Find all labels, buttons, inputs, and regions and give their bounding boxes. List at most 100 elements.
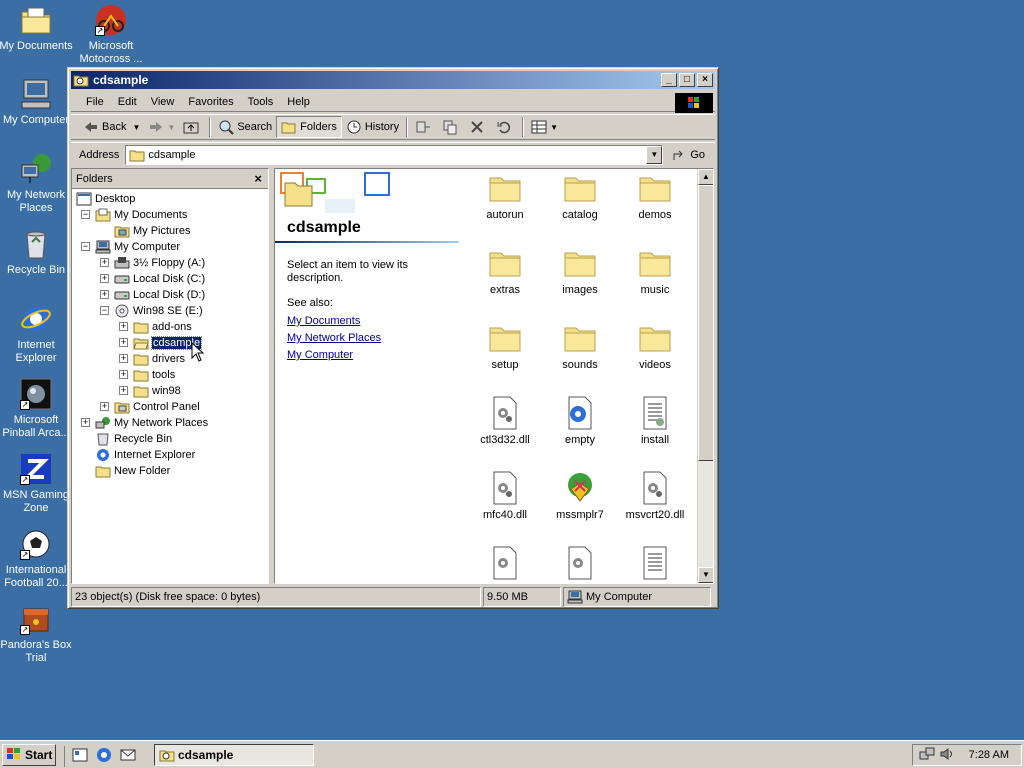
tree-item-control-panel[interactable]: + Control Panel — [100, 399, 200, 415]
desktop-icon-recycle-bin[interactable]: Recycle Bin — [0, 228, 74, 277]
taskbar-button-cdsample[interactable]: cdsample — [154, 744, 314, 766]
expand-toggle[interactable]: + — [100, 402, 109, 411]
tree-item-local-disk-d[interactable]: + Local Disk (D:) — [100, 287, 205, 303]
file-item[interactable]: catalog — [542, 171, 618, 221]
scroll-down-button[interactable]: ▼ — [698, 567, 713, 583]
collapse-toggle[interactable]: − — [81, 210, 90, 219]
file-item[interactable]: install — [617, 396, 693, 446]
file-item[interactable]: demos — [617, 171, 693, 221]
link-my-documents[interactable]: My Documents — [287, 315, 360, 327]
expand-toggle[interactable]: + — [100, 258, 109, 267]
vertical-scrollbar[interactable]: ▲ ▼ — [697, 169, 713, 583]
back-button[interactable]: Back ▼ — [79, 116, 144, 138]
minimize-button[interactable]: _ — [661, 73, 677, 87]
expand-toggle[interactable]: + — [100, 274, 109, 283]
desktop-icon-my-computer[interactable]: My Computer — [0, 78, 74, 127]
close-folders-pane-button[interactable]: × — [254, 171, 262, 186]
tree-item-desktop[interactable]: Desktop — [76, 191, 135, 207]
clock[interactable]: 7:28 AM — [969, 749, 1009, 761]
menu-file[interactable]: File — [79, 96, 111, 108]
file-item[interactable] — [617, 546, 693, 583]
menu-help[interactable]: Help — [280, 96, 317, 108]
expand-toggle[interactable]: + — [119, 354, 128, 363]
menu-edit[interactable]: Edit — [111, 96, 144, 108]
file-item[interactable] — [467, 546, 543, 583]
tree-item-my-network-places[interactable]: + My Network Places — [81, 415, 208, 431]
desktop-icon-international-football[interactable]: ↗ International Football 20... — [0, 528, 74, 590]
title-bar[interactable]: cdsample _ □ × — [71, 71, 715, 89]
menu-favorites[interactable]: Favorites — [181, 96, 240, 108]
go-button[interactable]: Go — [671, 148, 705, 162]
file-item[interactable] — [542, 546, 618, 583]
address-dropdown-button[interactable]: ▼ — [646, 145, 663, 164]
file-item[interactable]: videos — [617, 321, 693, 371]
address-input[interactable]: cdsample ▼ — [125, 144, 664, 165]
views-dropdown-icon[interactable]: ▼ — [550, 123, 558, 132]
file-item[interactable]: sounds — [542, 321, 618, 371]
internet-explorer-icon[interactable] — [95, 746, 113, 767]
forward-button[interactable]: ▼ — [144, 116, 179, 138]
tree-item-add-ons[interactable]: + add-ons — [119, 319, 192, 335]
file-item[interactable]: autorun — [467, 171, 543, 221]
file-item[interactable]: mssmplr7 — [542, 471, 618, 521]
outlook-express-icon[interactable] — [119, 746, 137, 767]
desktop-icon-pinball[interactable]: ↗ Microsoft Pinball Arca... — [0, 378, 74, 440]
menu-tools[interactable]: Tools — [241, 96, 281, 108]
tree-item-my-documents[interactable]: − My Documents — [81, 207, 187, 223]
file-item[interactable]: ctl3d32.dll — [467, 396, 543, 446]
collapse-toggle[interactable]: − — [81, 242, 90, 251]
collapse-toggle[interactable]: − — [100, 306, 109, 315]
start-button[interactable]: Start — [2, 744, 56, 766]
file-item[interactable]: setup — [467, 321, 543, 371]
search-button[interactable]: Search — [214, 116, 276, 138]
move-to-button[interactable] — [411, 116, 438, 138]
close-button[interactable]: × — [697, 73, 713, 87]
back-dropdown-icon[interactable]: ▼ — [132, 123, 140, 132]
scroll-thumb[interactable] — [698, 185, 713, 461]
tree-item-win98-se[interactable]: − Win98 SE (E:) — [100, 303, 203, 319]
file-item[interactable]: images — [542, 246, 618, 296]
desktop-icon-my-documents[interactable]: My Documents — [0, 4, 74, 53]
link-my-computer[interactable]: My Computer — [287, 349, 353, 361]
tree-item-drivers[interactable]: + drivers — [119, 351, 185, 367]
file-item[interactable]: msvcrt20.dll — [617, 471, 693, 521]
tree-item-recycle-bin[interactable]: Recycle Bin — [95, 431, 172, 447]
expand-toggle[interactable]: + — [100, 290, 109, 299]
views-button[interactable]: ▼ — [527, 116, 562, 138]
tree-item-local-disk-c[interactable]: + Local Disk (C:) — [100, 271, 205, 287]
tree-item-my-computer[interactable]: − My Computer — [81, 239, 180, 255]
copy-to-button[interactable] — [438, 116, 465, 138]
up-button[interactable] — [179, 116, 206, 138]
tree-item-new-folder[interactable]: New Folder — [95, 463, 170, 479]
forward-dropdown-icon[interactable]: ▼ — [167, 123, 175, 132]
expand-toggle[interactable]: + — [119, 386, 128, 395]
undo-button[interactable] — [492, 116, 519, 138]
expand-toggle[interactable]: + — [119, 338, 128, 347]
expand-toggle[interactable]: + — [81, 418, 90, 427]
scroll-up-button[interactable]: ▲ — [698, 169, 713, 185]
file-item[interactable]: mfc40.dll — [467, 471, 543, 521]
show-desktop-icon[interactable] — [71, 746, 89, 767]
delete-button[interactable] — [465, 116, 492, 138]
expand-toggle[interactable]: + — [119, 322, 128, 331]
tree-item-tools[interactable]: + tools — [119, 367, 175, 383]
desktop-icon-msn-gaming-zone[interactable]: ↗ MSN Gaming Zone — [0, 453, 74, 515]
tree-item-floppy[interactable]: + 3½ Floppy (A:) — [100, 255, 205, 271]
desktop-icon-motocross[interactable]: ↗ Microsoft Motocross ... — [73, 4, 149, 66]
menu-view[interactable]: View — [144, 96, 182, 108]
history-button[interactable]: History — [342, 116, 403, 138]
desktop-icon-pandoras-box[interactable]: ↗ Pandora's Box Trial — [0, 603, 74, 665]
desktop-icon-my-network-places[interactable]: My Network Places — [0, 153, 74, 215]
folders-button[interactable]: Folders — [276, 116, 342, 138]
tree-item-my-pictures[interactable]: My Pictures — [114, 223, 190, 239]
file-item[interactable]: music — [617, 246, 693, 296]
desktop-icon-internet-explorer[interactable]: Internet Explorer — [0, 303, 74, 365]
file-item[interactable]: extras — [467, 246, 543, 296]
link-my-network-places[interactable]: My Network Places — [287, 332, 381, 344]
tree-item-internet-explorer[interactable]: Internet Explorer — [95, 447, 195, 463]
expand-toggle[interactable]: + — [119, 370, 128, 379]
tree-item-win98[interactable]: + win98 — [119, 383, 181, 399]
network-tray-icon[interactable] — [919, 746, 935, 765]
volume-icon[interactable] — [939, 746, 955, 765]
file-item[interactable]: empty — [542, 396, 618, 446]
